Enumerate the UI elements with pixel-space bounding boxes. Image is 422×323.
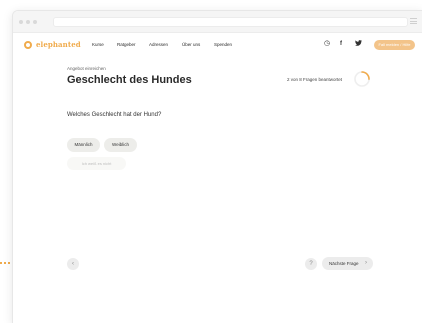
- option-unknown-button[interactable]: Ich weiß es nicht: [67, 157, 126, 170]
- screenshot-stage: elephanted Kurse Ratgeber Adressen Über …: [0, 0, 422, 323]
- clock-icon[interactable]: ◷: [324, 40, 330, 48]
- facebook-icon[interactable]: f: [340, 40, 342, 48]
- progress-ring-icon: [354, 71, 370, 87]
- report-case-button[interactable]: Fall melden / Hilfe: [374, 40, 415, 50]
- chevron-right-icon: ›: [365, 260, 367, 266]
- option-maennlich-button[interactable]: Männlich: [67, 138, 100, 152]
- form-subtitle: Angebot einreichen: [67, 66, 106, 71]
- help-button[interactable]: ?: [305, 258, 317, 270]
- option-weiblich-button[interactable]: Weiblich: [104, 138, 137, 152]
- page-title: Geschlecht des Hundes: [67, 74, 192, 86]
- window-dot-icon[interactable]: [33, 20, 37, 24]
- site-header: elephanted Kurse Ratgeber Adressen Über …: [13, 33, 422, 57]
- logo-text[interactable]: elephanted: [36, 40, 81, 49]
- nav-link-kurse[interactable]: Kurse: [92, 42, 104, 47]
- address-bar[interactable]: [53, 17, 408, 27]
- browser-chrome: [13, 11, 422, 33]
- browser-menu-icon[interactable]: [410, 18, 417, 24]
- nav-link-ratgeber[interactable]: Ratgeber: [117, 42, 136, 47]
- nav-link-ueber-uns[interactable]: Über uns: [182, 42, 200, 47]
- question-text: Welches Geschlecht hat der Hund?: [67, 112, 162, 118]
- twitter-icon[interactable]: [355, 40, 362, 49]
- logo-icon[interactable]: [24, 41, 32, 49]
- next-question-button[interactable]: Nächste Frage ›: [322, 257, 373, 270]
- window-dot-icon[interactable]: [19, 20, 23, 24]
- back-button[interactable]: ‹: [67, 258, 79, 270]
- browser-window: elephanted Kurse Ratgeber Adressen Über …: [12, 10, 422, 323]
- progress-text: 2 von 8 Fragen beantwortet: [287, 77, 343, 82]
- nav-link-spenden[interactable]: Spenden: [214, 42, 232, 47]
- nav-link-adressen[interactable]: Adressen: [149, 42, 168, 47]
- window-dot-icon[interactable]: [26, 20, 30, 24]
- next-question-label: Nächste Frage: [329, 261, 359, 266]
